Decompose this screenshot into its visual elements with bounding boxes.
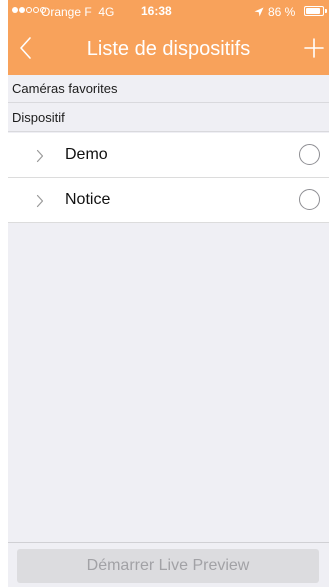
carrier-label: Orange F 4G — [41, 5, 115, 19]
footer-bar: Démarrer Live Preview — [8, 542, 329, 587]
location-arrow-icon — [254, 7, 264, 17]
signal-dot — [33, 7, 39, 13]
battery-percent: 86 % — [268, 5, 296, 19]
signal-dot — [19, 7, 25, 13]
battery-tip — [325, 9, 327, 13]
network-label: 4G — [98, 5, 115, 19]
select-circle-icon[interactable] — [299, 144, 320, 165]
status-bar: Orange F 4G 16:38 86 % — [8, 0, 329, 24]
device-name: Demo — [65, 146, 108, 163]
start-live-preview-button[interactable]: Démarrer Live Preview — [17, 549, 319, 583]
select-circle-icon[interactable] — [299, 189, 320, 210]
battery-icon — [304, 6, 324, 16]
clock: 16:38 — [141, 4, 172, 18]
battery-level — [306, 8, 320, 14]
signal-dot — [26, 7, 32, 13]
device-row-notice[interactable]: Notice — [8, 178, 329, 223]
signal-dot — [12, 7, 18, 13]
device-name: Notice — [65, 191, 111, 208]
plus-icon[interactable] — [304, 38, 324, 58]
chevron-right-icon — [36, 149, 44, 163]
device-row-demo[interactable]: Demo — [8, 133, 329, 178]
devices-section-header[interactable]: Dispositif — [8, 104, 329, 132]
page-title: Liste de dispositifs — [86, 38, 251, 60]
favorites-section-header[interactable]: Caméras favorites — [8, 75, 329, 103]
chevron-left-icon[interactable] — [18, 36, 34, 60]
chevron-right-icon — [36, 194, 44, 208]
nav-header: Orange F 4G 16:38 86 % Liste de disposit… — [8, 0, 329, 75]
device-list: Demo Notice — [8, 133, 329, 223]
app-screen: Orange F 4G 16:38 86 % Liste de disposit… — [8, 0, 329, 587]
